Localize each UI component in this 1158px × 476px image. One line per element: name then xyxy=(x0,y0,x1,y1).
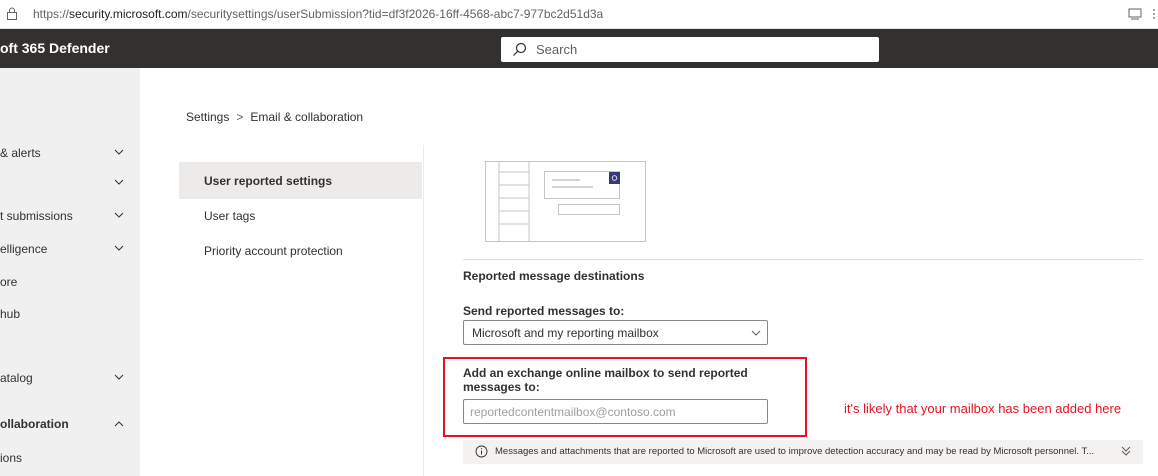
send-reported-dropdown[interactable]: Microsoft and my reporting mailbox xyxy=(463,320,768,345)
info-banner: Messages and attachments that are report… xyxy=(463,440,1143,464)
url-path: /securitysettings/userSubmission?tid=df3… xyxy=(187,7,604,21)
nav-item-label: & alerts xyxy=(0,146,41,160)
dropdown-selected-value: Microsoft and my reporting mailbox xyxy=(472,326,659,340)
url-host: security.microsoft.com xyxy=(69,7,188,21)
search-box[interactable] xyxy=(501,37,879,62)
nav-item-submissions[interactable]: t submissions xyxy=(0,205,140,229)
info-icon xyxy=(475,445,488,458)
browser-address-bar[interactable]: https://security.microsoft.com/securitys… xyxy=(0,0,1158,29)
app-title[interactable]: oft 365 Defender xyxy=(0,40,110,56)
mailbox-label: Add an exchange online mailbox to send r… xyxy=(463,366,748,394)
nav-item-label: ollaboration xyxy=(0,417,69,431)
subnav-label: User reported settings xyxy=(204,174,333,188)
nav-item-label: ore xyxy=(0,275,18,289)
double-chevron-down-icon[interactable] xyxy=(1121,446,1131,457)
report-settings-illustration xyxy=(485,161,646,242)
url-prefix: https:// xyxy=(33,7,70,21)
breadcrumb-separator: > xyxy=(236,110,244,124)
nav-item-email-collaboration[interactable]: ollaboration xyxy=(0,413,140,437)
nav-item-hunting[interactable] xyxy=(0,172,140,196)
nav-item-label: ions xyxy=(0,451,23,465)
chevron-down-icon[interactable] xyxy=(114,245,124,252)
nav-item-investigations[interactable]: ions xyxy=(0,447,140,471)
nav-item-learning-hub[interactable]: hub xyxy=(0,303,140,327)
annotation-text: it's likely that your mailbox has been a… xyxy=(844,401,1122,416)
chevron-down-icon[interactable] xyxy=(114,374,124,381)
left-navigation: & alerts t submissions elligence ore hub… xyxy=(0,68,140,476)
nav-item-label: elligence xyxy=(0,242,48,256)
section-divider xyxy=(463,259,1143,260)
vertical-divider xyxy=(423,145,424,476)
lock-icon xyxy=(7,7,17,20)
subnav-label: Priority account protection xyxy=(204,244,343,258)
chevron-down-icon[interactable] xyxy=(114,212,124,219)
reader-view-icon[interactable] xyxy=(1128,8,1142,20)
nav-item-label: hub xyxy=(0,307,21,321)
search-input[interactable] xyxy=(536,37,866,62)
info-text: Messages and attachments that are report… xyxy=(495,446,1095,457)
app-header: oft 365 Defender xyxy=(0,29,1158,68)
mailbox-input[interactable] xyxy=(463,399,768,424)
subnav-priority-account-protection[interactable]: Priority account protection xyxy=(179,232,422,269)
chevron-down-icon[interactable] xyxy=(114,149,124,156)
send-reported-label: Send reported messages to: xyxy=(463,304,625,318)
subnav-label: User tags xyxy=(204,209,256,223)
nav-item-label: t submissions xyxy=(0,209,73,223)
chevron-down-icon[interactable] xyxy=(114,179,124,186)
nav-item-incidents-alerts[interactable]: & alerts xyxy=(0,142,140,166)
subnav-user-tags[interactable]: User tags xyxy=(179,197,422,234)
nav-item-catalog[interactable]: atalog xyxy=(0,367,140,391)
breadcrumb-current[interactable]: Email & collaboration xyxy=(250,110,363,124)
breadcrumb: Settings > Email & collaboration xyxy=(186,110,363,124)
search-icon xyxy=(513,42,527,56)
subnav-user-reported-settings[interactable]: User reported settings xyxy=(179,162,422,199)
section-title: Reported message destinations xyxy=(463,269,645,283)
url-text[interactable]: https://security.microsoft.com/securitys… xyxy=(33,7,603,21)
nav-item-secure-score[interactable]: ore xyxy=(0,271,140,295)
nav-item-threat-intelligence[interactable]: elligence xyxy=(0,238,140,262)
more-icon[interactable] xyxy=(1150,8,1158,20)
chevron-down-icon xyxy=(751,330,761,336)
nav-item-label: atalog xyxy=(0,371,33,385)
chevron-up-icon[interactable] xyxy=(114,420,124,427)
breadcrumb-settings[interactable]: Settings xyxy=(186,110,229,124)
